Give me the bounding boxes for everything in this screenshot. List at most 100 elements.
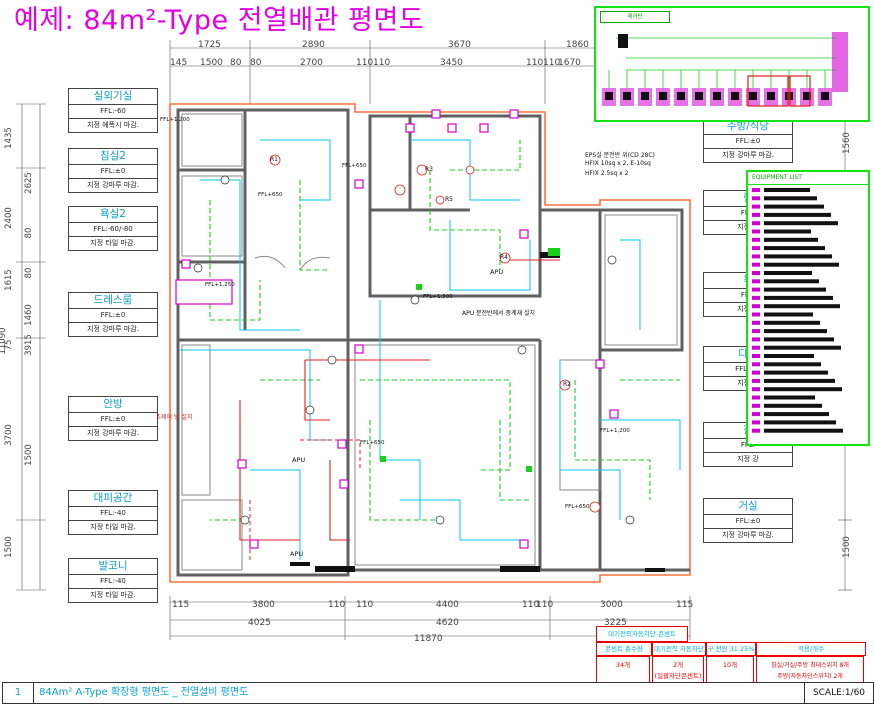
- left-dimension-label: 1460: [24, 304, 34, 326]
- equipment-row: [764, 237, 818, 242]
- equipment-row-mark: [752, 354, 760, 358]
- room-finish: 지정 강: [737, 455, 759, 463]
- bottom-dimension-label: 110: [356, 600, 374, 610]
- room-table: 대피공간 FFL:-40 지정 타일 마감.: [68, 490, 158, 535]
- room-name: 거실: [704, 499, 792, 515]
- equipment-row: [764, 403, 822, 408]
- equipment-row: [764, 420, 836, 425]
- equipment-row-mark: [752, 304, 760, 309]
- equipment-row-mark: [752, 337, 760, 342]
- legend-diagram: [602, 32, 848, 107]
- equipment-row-mark: [752, 370, 760, 375]
- bottom-dimension-total: 11870: [414, 634, 443, 644]
- top-dimension-label: 110: [526, 58, 544, 68]
- legend-cell-mark: [677, 92, 685, 100]
- legend-cell-mark: [821, 92, 829, 100]
- plan-label: FFL+1,200: [160, 117, 190, 123]
- top-dimension-label: 1670: [558, 58, 581, 68]
- room-finish: 지정 강마루 마감.: [722, 531, 774, 539]
- equipment-row-mark: [752, 412, 760, 417]
- room-name: 안방: [69, 397, 157, 413]
- room-finish: 지정 강마루 마감.: [87, 181, 139, 189]
- panel-blocks: [290, 252, 665, 572]
- legend-cell-mark: [623, 92, 631, 100]
- equipment-row: [764, 262, 839, 267]
- equipment-row-mark: [752, 262, 760, 267]
- legend-cell-mark: [749, 92, 757, 100]
- room-name: 욕실2: [69, 207, 157, 223]
- drawing-number: 1: [3, 683, 34, 703]
- equipment-row: [764, 212, 831, 217]
- equipment-row-mark: [752, 221, 760, 226]
- equipment-row: [764, 246, 825, 251]
- top-dimension-label: 1860: [566, 40, 589, 50]
- room-finish: 지정 타일 마감.: [90, 239, 136, 247]
- equipment-row: [764, 312, 813, 317]
- room-table: 발코니 FFL:-40 지정 타일 마감.: [68, 558, 158, 603]
- equipment-row-mark: [752, 196, 760, 201]
- right-dimension-label: 1500: [842, 536, 852, 558]
- equipment-row: [764, 304, 840, 309]
- drawing-sheet: 예제: 84m²-Type 전열배관 평면도 1725 2890 3670 18…: [0, 0, 874, 706]
- room-ffl: FFL:±0: [69, 165, 157, 179]
- equipment-row: [764, 295, 833, 300]
- room-table: 거실 FFL:±0 지정 강마루 마감.: [703, 498, 793, 543]
- top-dimension-label: 3670: [448, 40, 471, 50]
- equipment-row: [764, 279, 819, 284]
- plan-label: FFL+1,200: [600, 428, 630, 434]
- left-dimension-label: 1615: [4, 269, 14, 291]
- top-dimension-label: 145: [170, 58, 188, 68]
- room-ffl: FFL:-60/-80: [69, 223, 157, 237]
- plan-label: R3: [425, 166, 433, 173]
- legend-cell-mark: [767, 92, 775, 100]
- left-dimension-label: 2625: [24, 172, 34, 194]
- left-dimension-label: 1500: [4, 536, 14, 558]
- bottom-dimension-label: 4620: [436, 618, 459, 628]
- legend-cell-mark: [659, 92, 667, 100]
- equipment-row: [764, 395, 815, 400]
- equipment-row: [764, 287, 826, 292]
- equipment-row-mark: [752, 229, 760, 234]
- plan-label: APU 분전반에서 중계재 설치: [462, 310, 536, 317]
- equipment-row-mark: [752, 362, 760, 367]
- control-panel-legend: 제어반: [594, 6, 870, 122]
- equipment-row: [764, 221, 838, 226]
- equipment-row-mark: [752, 378, 760, 383]
- room-table: 드레스룸 FFL:±0 지정 강마루 마감.: [68, 292, 158, 337]
- equipment-row-mark: [752, 345, 760, 350]
- equipment-row: [764, 204, 824, 209]
- equipment-row-mark: [752, 428, 760, 433]
- left-dimension-label: 80: [24, 267, 34, 279]
- equipment-row: [764, 378, 835, 383]
- room-name: 실외기실: [69, 89, 157, 105]
- room-table: 주방/식당 FFL:±0 지정 강마루 마감.: [703, 118, 793, 163]
- top-dimension-label: 2700: [300, 58, 323, 68]
- bottom-dimension-label: 115: [172, 600, 190, 610]
- equipment-row: [764, 354, 814, 358]
- plan-label: APU: [292, 456, 306, 464]
- room-finish: 지정 타일 마감.: [90, 591, 136, 599]
- drawing-scale: SCALE:1/60: [804, 683, 873, 703]
- equipment-row-mark: [752, 212, 760, 217]
- equipment-row: [764, 387, 842, 392]
- equipment-row-mark: [752, 403, 760, 408]
- plan-label: FFL+650: [565, 504, 590, 510]
- equipment-row-mark: [752, 246, 760, 251]
- equipment-row-mark: [752, 395, 760, 400]
- equipment-row-mark: [752, 204, 760, 209]
- equipment-row: [764, 271, 812, 275]
- left-dimension-label: 1435: [4, 127, 14, 149]
- summary-header: 구 전원 31.25%: [706, 642, 756, 656]
- walls: [176, 108, 690, 577]
- equipment-row: [764, 412, 829, 417]
- legend-block: [832, 32, 848, 92]
- room-ffl: FFL:-40: [69, 507, 157, 521]
- equipment-row-mark: [752, 312, 760, 317]
- equipment-row-mark: [752, 188, 760, 192]
- legend-cell-mark: [713, 92, 721, 100]
- equipment-row: [764, 254, 832, 259]
- top-dimension-label: 110: [373, 58, 391, 68]
- left-dimension-label: 80: [24, 227, 34, 239]
- room-ffl: FFL:±0: [69, 309, 157, 323]
- top-dimension-label: 80: [250, 58, 262, 68]
